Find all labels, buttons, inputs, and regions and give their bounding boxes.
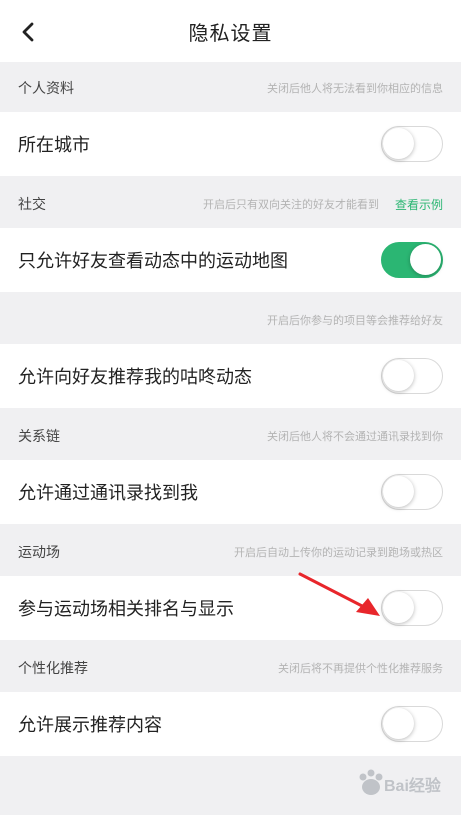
section-header-recommend: 开启后你参与的项目等会推荐给好友 (0, 294, 461, 346)
section-title: 个性化推荐 (18, 661, 88, 677)
toggle-knob (410, 244, 441, 275)
section-hint: 开启后自动上传你的运动记录到跑场或热区 (234, 546, 443, 559)
setting-row-city[interactable]: 所在城市 (0, 112, 461, 176)
setting-row-contacts[interactable]: 允许通过通讯录找到我 (0, 460, 461, 524)
toggle-knob (383, 708, 414, 739)
page-title: 隐私设置 (188, 20, 273, 45)
section-title: 运动场 (18, 545, 60, 561)
recommend-feed-toggle[interactable] (381, 358, 443, 394)
section-title: 关系链 (18, 429, 60, 445)
setting-label: 参与运动场相关排名与显示 (18, 599, 234, 620)
top-bar: 隐私设置 (0, 0, 461, 62)
recommend-content-toggle[interactable] (381, 706, 443, 742)
setting-row-stadium-ranking[interactable]: 参与运动场相关排名与显示 (0, 576, 461, 640)
section-hint: 关闭后他人将无法看到你相应的信息 (267, 82, 443, 95)
toggle-knob (383, 360, 414, 391)
section-hint-wrap: 关闭后他人将无法看到你相应的信息 (267, 80, 443, 96)
setting-label: 允许展示推荐内容 (18, 715, 162, 736)
section-hint-wrap: 开启后只有双向关注的好友才能看到 查看示例 (203, 196, 443, 213)
section-hint-wrap: 关闭后他人将不会通过通讯录找到你 (267, 428, 443, 444)
svg-text:Bai经验: Bai经验 (384, 776, 442, 795)
toggle-knob (383, 592, 414, 623)
section-header-stadium: 运动场 开启后自动上传你的运动记录到跑场或热区 (0, 526, 461, 578)
chevron-left-icon (22, 22, 34, 42)
toggle-knob (383, 128, 414, 159)
section-title: 个人资料 (18, 81, 74, 97)
section-header-personalization: 个性化推荐 关闭后将不再提供个性化推荐服务 (0, 642, 461, 694)
section-hint: 开启后你参与的项目等会推荐给好友 (267, 314, 443, 327)
setting-label: 所在城市 (18, 135, 90, 156)
section-hint-wrap: 开启后你参与的项目等会推荐给好友 (267, 312, 443, 328)
section-hint: 开启后只有双向关注的好友才能看到 (202, 198, 379, 211)
stadium-ranking-toggle[interactable] (381, 590, 443, 626)
toggle-knob (383, 476, 414, 507)
setting-label: 允许向好友推荐我的咕咚动态 (18, 367, 252, 388)
baidu-jingyan-watermark-icon: Bai经验 (359, 769, 442, 795)
view-example-link[interactable]: 查看示例 (395, 196, 443, 213)
section-hint-wrap: 关闭后将不再提供个性化推荐服务 (278, 660, 443, 676)
setting-label: 只允许好友查看动态中的运动地图 (18, 251, 288, 272)
section-hint-wrap: 开启后自动上传你的运动记录到跑场或热区 (234, 544, 443, 560)
back-button[interactable] (10, 14, 46, 50)
setting-row-recommend-feed[interactable]: 允许向好友推荐我的咕咚动态 (0, 344, 461, 408)
section-header-profile: 个人资料 关闭后他人将无法看到你相应的信息 (0, 62, 461, 114)
section-hint: 关闭后将不再提供个性化推荐服务 (278, 662, 443, 675)
city-toggle[interactable] (381, 126, 443, 162)
setting-row-recommend-content[interactable]: 允许展示推荐内容 (0, 692, 461, 756)
section-header-social: 社交 开启后只有双向关注的好友才能看到 查看示例 (0, 178, 461, 230)
setting-label: 允许通过通讯录找到我 (18, 483, 198, 504)
setting-row-friends-map[interactable]: 只允许好友查看动态中的运动地图 (0, 228, 461, 292)
section-hint: 关闭后他人将不会通过通讯录找到你 (267, 430, 443, 443)
section-header-relations: 关系链 关闭后他人将不会通过通讯录找到你 (0, 410, 461, 462)
section-title: 社交 (18, 197, 46, 213)
friends-map-toggle[interactable] (381, 242, 443, 278)
annotation-arrow-icon (298, 572, 380, 616)
contacts-toggle[interactable] (381, 474, 443, 510)
